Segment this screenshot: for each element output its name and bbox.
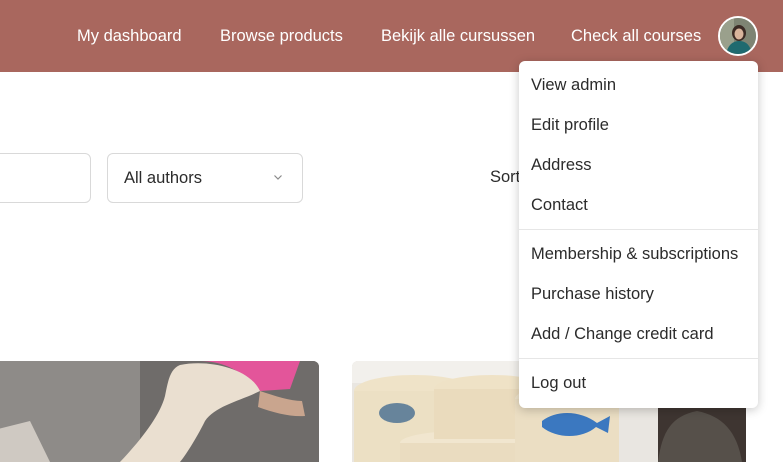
menu-item-address[interactable]: Address xyxy=(531,154,592,176)
nav-link-check-all-courses[interactable]: Check all courses xyxy=(571,25,701,47)
avatar-photo xyxy=(720,18,756,54)
menu-item-edit-profile[interactable]: Edit profile xyxy=(531,114,609,136)
menu-item-log-out[interactable]: Log out xyxy=(531,372,586,394)
user-dropdown-menu: View admin Edit profile Address Contact … xyxy=(519,61,758,408)
nav-link-my-dashboard[interactable]: My dashboard xyxy=(77,25,182,47)
chevron-down-icon xyxy=(274,175,282,180)
menu-item-purchase-history[interactable]: Purchase history xyxy=(531,283,654,305)
menu-item-contact[interactable]: Contact xyxy=(531,194,588,216)
search-input[interactable] xyxy=(0,153,91,203)
menu-item-membership-subscriptions[interactable]: Membership & subscriptions xyxy=(531,243,738,265)
menu-divider xyxy=(519,229,758,230)
sort-label: Sort xyxy=(490,168,521,186)
authors-select-value: All authors xyxy=(124,169,202,187)
nav-link-browse-products[interactable]: Browse products xyxy=(220,25,343,47)
nav-link-bekijk-alle-cursussen[interactable]: Bekijk alle cursussen xyxy=(381,25,535,47)
glaze-pouring-photo xyxy=(0,361,319,462)
authors-select[interactable]: All authors xyxy=(107,153,303,203)
menu-divider xyxy=(519,358,758,359)
menu-item-credit-card[interactable]: Add / Change credit card xyxy=(531,323,714,345)
user-avatar[interactable] xyxy=(718,16,758,56)
product-card-image[interactable] xyxy=(0,361,319,462)
menu-item-view-admin[interactable]: View admin xyxy=(531,74,616,96)
